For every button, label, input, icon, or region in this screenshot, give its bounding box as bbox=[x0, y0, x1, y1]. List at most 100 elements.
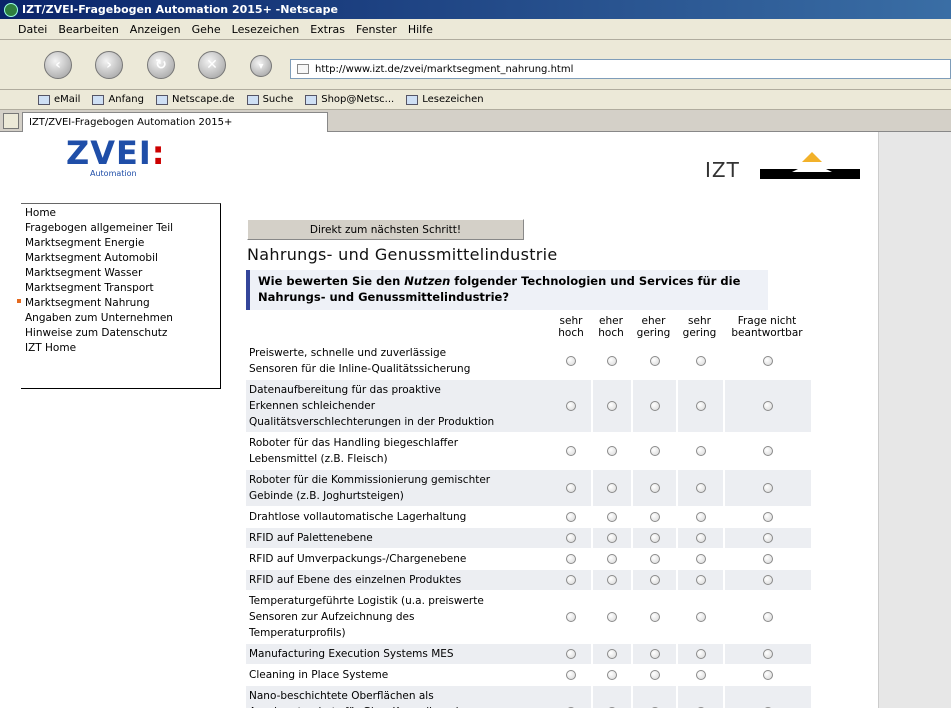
bookmarks-folder[interactable]: Lesezeichen bbox=[406, 94, 484, 105]
rating-radio[interactable] bbox=[695, 446, 706, 456]
rating-radio[interactable] bbox=[649, 356, 660, 366]
bookmark-shop[interactable]: Shop@Netsc... bbox=[305, 94, 394, 105]
menu-lesezeichen[interactable]: Lesezeichen bbox=[232, 23, 300, 36]
rating-radio[interactable] bbox=[607, 533, 617, 543]
rating-radio[interactable] bbox=[649, 649, 660, 659]
rating-radio[interactable] bbox=[607, 670, 617, 680]
sidebar-item-allgemeiner-teil[interactable]: Fragebogen allgemeiner Teil bbox=[21, 221, 220, 236]
menu-gehe[interactable]: Gehe bbox=[192, 23, 221, 36]
rating-radio[interactable] bbox=[607, 512, 617, 522]
home-icon bbox=[92, 94, 105, 105]
radio-cell bbox=[676, 549, 723, 570]
menu-bearbeiten[interactable]: Bearbeiten bbox=[58, 23, 118, 36]
menu-datei[interactable]: Datei bbox=[18, 23, 47, 36]
tab-active[interactable]: IZT/ZVEI-Fragebogen Automation 2015+ bbox=[22, 112, 328, 132]
rating-radio[interactable] bbox=[763, 670, 773, 680]
rating-radio[interactable] bbox=[695, 612, 706, 622]
rating-radio[interactable] bbox=[607, 483, 617, 493]
column-header-line2: gering bbox=[636, 327, 671, 339]
new-tab-button[interactable] bbox=[3, 113, 19, 129]
rating-radio[interactable] bbox=[607, 356, 617, 366]
rating-radio[interactable] bbox=[566, 533, 576, 543]
sidebar-item-unternehmen[interactable]: Angaben zum Unternehmen bbox=[21, 311, 220, 326]
rating-radio[interactable] bbox=[695, 401, 706, 411]
dropdown-button[interactable]: ▾ bbox=[250, 55, 272, 77]
rating-radio[interactable] bbox=[607, 612, 617, 622]
sidebar-item-automobil[interactable]: Marktsegment Automobil bbox=[21, 251, 220, 266]
rating-radio[interactable] bbox=[695, 670, 706, 680]
url-field[interactable]: http://www.izt.de/zvei/marktsegment_nahr… bbox=[290, 59, 951, 79]
rating-radio[interactable] bbox=[763, 483, 773, 493]
forward-button[interactable]: › bbox=[95, 51, 123, 79]
rating-radio[interactable] bbox=[649, 512, 660, 522]
menu-extras[interactable]: Extras bbox=[310, 23, 345, 36]
rating-radio[interactable] bbox=[566, 575, 576, 585]
rating-radio[interactable] bbox=[695, 554, 706, 564]
reload-button[interactable]: ↻ bbox=[147, 51, 175, 79]
rating-radio[interactable] bbox=[763, 401, 773, 411]
rating-radio[interactable] bbox=[649, 533, 660, 543]
rating-radio[interactable] bbox=[695, 533, 706, 543]
rating-radio[interactable] bbox=[566, 649, 576, 659]
next-step-button[interactable]: Direkt zum nächsten Schritt! bbox=[247, 219, 524, 240]
rating-radio[interactable] bbox=[607, 575, 617, 585]
rating-radio[interactable] bbox=[566, 670, 576, 680]
rating-radio[interactable] bbox=[566, 512, 576, 522]
rating-radio[interactable] bbox=[763, 649, 773, 659]
rating-radio[interactable] bbox=[649, 670, 660, 680]
table-row: Cleaning in Place Systeme bbox=[246, 665, 811, 686]
back-button[interactable]: ‹ bbox=[44, 51, 72, 79]
bookmark-anfang[interactable]: Anfang bbox=[92, 94, 144, 105]
rating-radio[interactable] bbox=[566, 356, 576, 366]
rating-radio[interactable] bbox=[649, 612, 660, 622]
menu-anzeigen[interactable]: Anzeigen bbox=[130, 23, 181, 36]
rating-radio[interactable] bbox=[695, 356, 706, 366]
rating-radio[interactable] bbox=[566, 483, 576, 493]
sidebar-item-home[interactable]: Home bbox=[21, 206, 220, 221]
rating-radio[interactable] bbox=[695, 575, 706, 585]
bookmark-netscape[interactable]: Netscape.de bbox=[155, 94, 235, 105]
sidebar-item-wasser[interactable]: Marktsegment Wasser bbox=[21, 266, 220, 281]
rating-radio[interactable] bbox=[566, 612, 576, 622]
rating-radio[interactable] bbox=[763, 512, 773, 522]
rating-radio[interactable] bbox=[607, 649, 617, 659]
rating-radio[interactable] bbox=[607, 401, 617, 411]
rating-radio[interactable] bbox=[649, 401, 660, 411]
radio-cell bbox=[676, 343, 723, 380]
rating-radio[interactable] bbox=[649, 446, 660, 456]
rating-radio[interactable] bbox=[763, 533, 773, 543]
rating-radio[interactable] bbox=[695, 483, 706, 493]
sidebar-item-transport[interactable]: Marktsegment Transport bbox=[21, 281, 220, 296]
rating-radio[interactable] bbox=[566, 401, 576, 411]
sidebar-item-energie[interactable]: Marktsegment Energie bbox=[21, 236, 220, 251]
row-label-line: RFID auf Umverpackungs-/Chargenebene bbox=[249, 553, 467, 565]
menu-hilfe[interactable]: Hilfe bbox=[408, 23, 433, 36]
rating-radio[interactable] bbox=[649, 575, 660, 585]
menu-bar: Datei Bearbeiten Anzeigen Gehe Lesezeich… bbox=[0, 19, 951, 40]
folder-icon bbox=[406, 94, 419, 105]
rating-radio[interactable] bbox=[695, 512, 706, 522]
rating-radio[interactable] bbox=[763, 446, 773, 456]
table-row: Nano-beschichtete Oberflächen alsAnschmu… bbox=[246, 686, 811, 708]
rating-radio[interactable] bbox=[695, 649, 706, 659]
bookmark-suche[interactable]: Suche bbox=[246, 94, 293, 105]
menu-fenster[interactable]: Fenster bbox=[356, 23, 397, 36]
stop-button[interactable]: ✕ bbox=[198, 51, 226, 79]
sidebar-item-nahrung[interactable]: Marktsegment Nahrung bbox=[21, 296, 220, 311]
rating-radio[interactable] bbox=[566, 446, 576, 456]
sidebar-item-datenschutz[interactable]: Hinweise zum Datenschutz bbox=[21, 326, 220, 341]
bookmark-email[interactable]: eMail bbox=[38, 94, 80, 105]
rating-radio[interactable] bbox=[607, 554, 617, 564]
rating-radio[interactable] bbox=[763, 612, 773, 622]
rating-radio[interactable] bbox=[607, 446, 617, 456]
rating-radio[interactable] bbox=[763, 575, 773, 585]
sidebar-item-izt-home[interactable]: IZT Home bbox=[21, 341, 220, 356]
rating-radio[interactable] bbox=[763, 356, 773, 366]
rating-radio[interactable] bbox=[649, 483, 660, 493]
row-label-line: Cleaning in Place Systeme bbox=[249, 669, 389, 681]
rating-radio[interactable] bbox=[649, 554, 660, 564]
rating-radio[interactable] bbox=[566, 554, 576, 564]
rating-radio[interactable] bbox=[763, 554, 773, 564]
radio-cell bbox=[551, 665, 591, 686]
bookmark-label: Anfang bbox=[108, 94, 144, 105]
